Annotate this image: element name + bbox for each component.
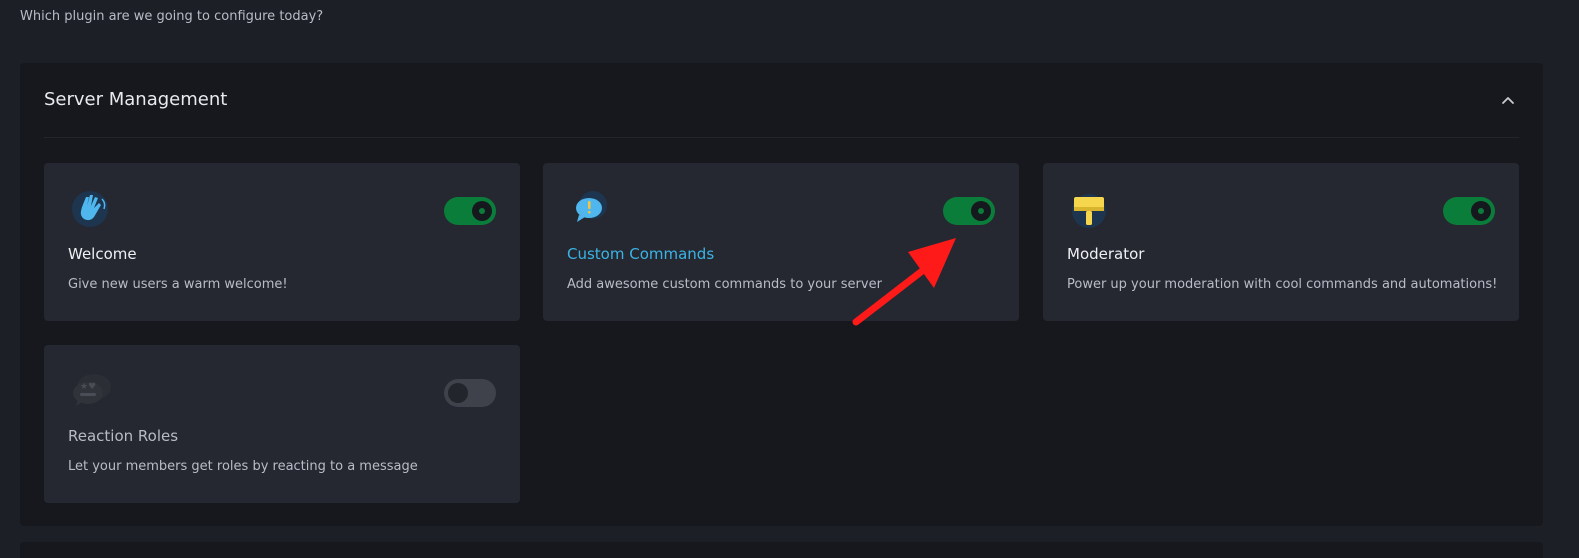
plugin-title[interactable]: Custom Commands xyxy=(567,245,714,263)
plugin-card-moderator[interactable]: Moderator Power up your moderation with … xyxy=(1043,163,1519,321)
plugin-description: Power up your moderation with cool comma… xyxy=(1067,277,1498,292)
plugin-description: Add awesome custom commands to your serv… xyxy=(567,277,882,292)
toggle-knob xyxy=(448,383,468,403)
section-header[interactable]: Server Management xyxy=(44,89,1519,138)
collapse-button[interactable] xyxy=(1497,89,1519,111)
toggle-knob xyxy=(971,201,991,221)
plugin-title: Reaction Roles xyxy=(68,427,179,445)
moderator-toggle[interactable] xyxy=(1443,197,1495,225)
chat-bubble-exclamation-icon xyxy=(567,189,615,229)
plugin-description: Let your members get roles by reacting t… xyxy=(68,459,418,474)
ban-hammer-icon xyxy=(1067,189,1115,229)
plugin-title: Welcome xyxy=(68,245,137,263)
plugin-title: Moderator xyxy=(1067,245,1145,263)
section-title: Server Management xyxy=(44,89,228,110)
plugin-card-reaction-roles[interactable]: ★♥ Reaction Roles Let your members get r… xyxy=(44,345,520,503)
plugin-card-custom-commands[interactable]: Custom Commands Add awesome custom comma… xyxy=(543,163,1019,321)
toggle-knob xyxy=(472,201,492,221)
page-subtitle: Which plugin are we going to configure t… xyxy=(20,9,324,24)
plugin-card-welcome[interactable]: Welcome Give new users a warm welcome! xyxy=(44,163,520,321)
welcome-toggle[interactable] xyxy=(444,197,496,225)
next-section-edge xyxy=(20,542,1543,558)
custom-commands-toggle[interactable] xyxy=(943,197,995,225)
wave-hand-icon xyxy=(68,189,116,229)
server-management-section: Server Management Welcome Give new users… xyxy=(20,63,1543,526)
plugin-description: Give new users a warm welcome! xyxy=(68,277,288,292)
reaction-roles-toggle[interactable] xyxy=(444,379,496,407)
svg-text:★♥: ★♥ xyxy=(80,382,96,392)
plugins-page: Which plugin are we going to configure t… xyxy=(0,0,1579,558)
chevron-up-icon xyxy=(1502,97,1514,104)
toggle-knob xyxy=(1471,201,1491,221)
reaction-chat-icon: ★♥ xyxy=(68,371,116,411)
